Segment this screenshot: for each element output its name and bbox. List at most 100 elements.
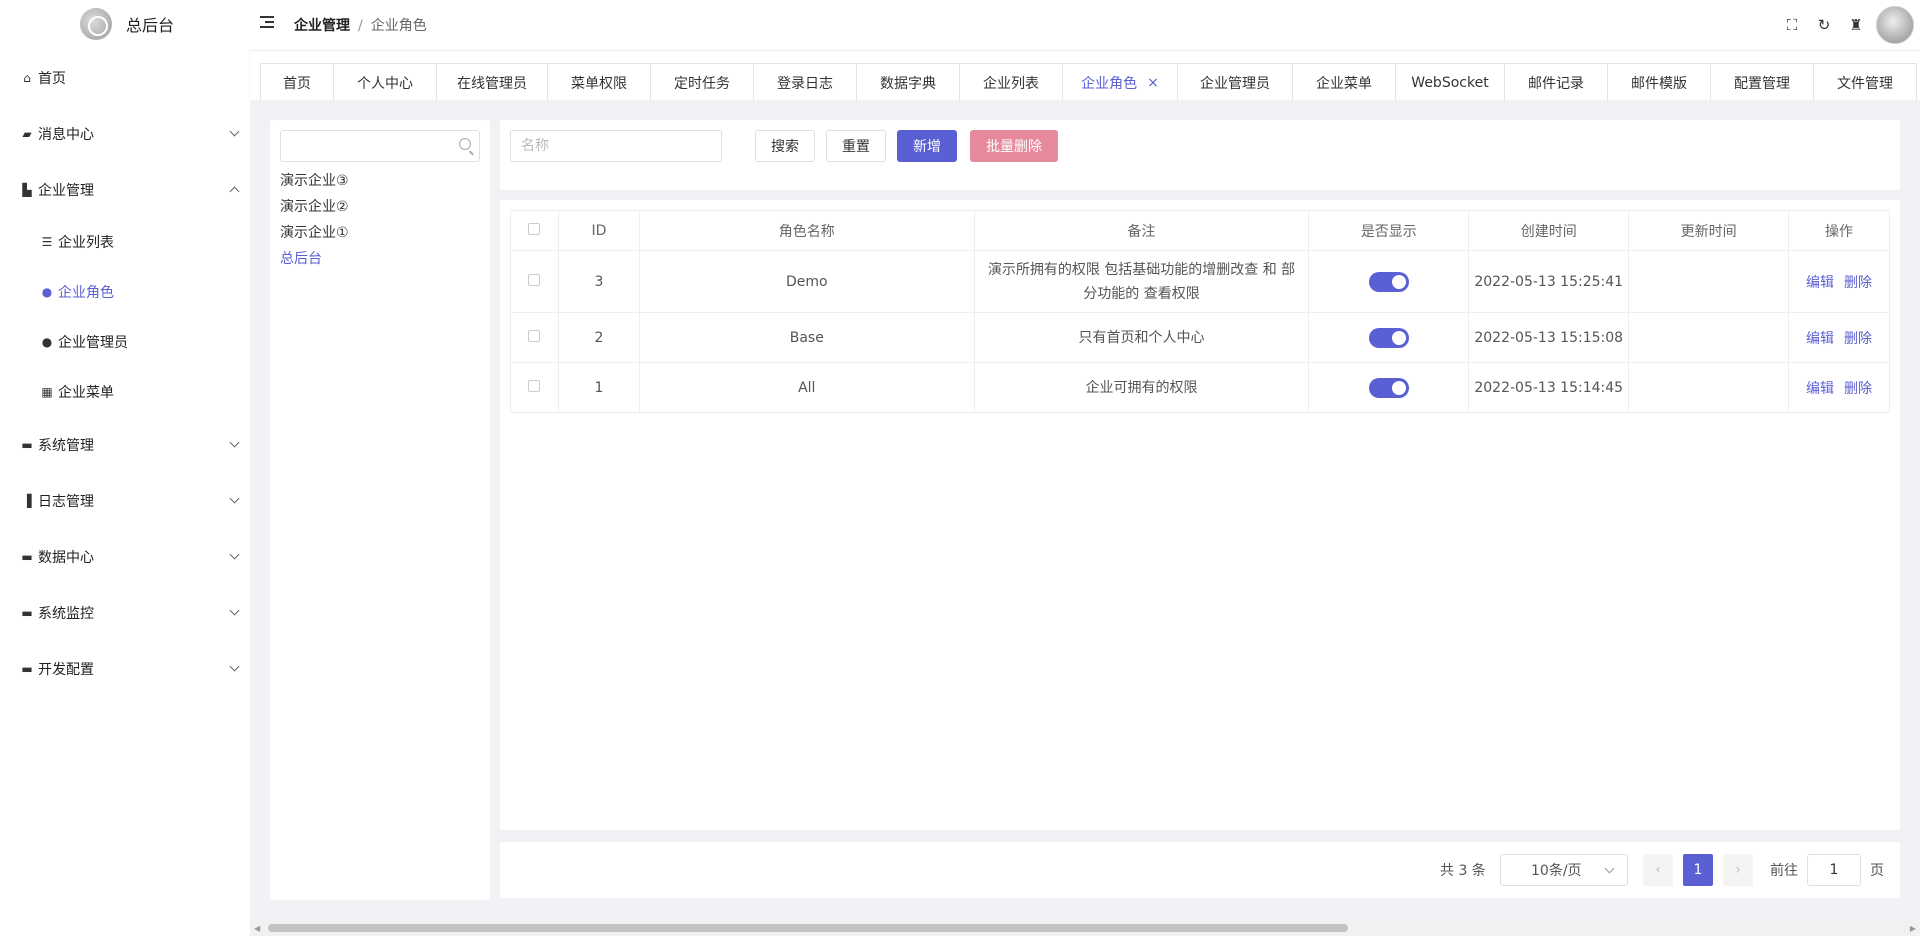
tab[interactable]: 菜单权限 <box>547 63 651 101</box>
sidebar-item-home[interactable]: ⌂ 首页 <box>0 58 250 98</box>
actions-cell: 编辑 删除 <box>1788 362 1890 413</box>
sidebar-item-enterprise-admin[interactable]: ● 企业管理员 <box>0 322 250 362</box>
batch-delete-button[interactable]: 批量删除 <box>970 130 1058 162</box>
created-time-cell: 2022-05-13 15:15:08 <box>1468 312 1630 363</box>
row-checkbox[interactable] <box>528 329 541 342</box>
select-all-checkbox[interactable] <box>528 222 541 235</box>
tabs: 首页 个人中心 在线管理员 菜单权限 定时任务 登录日志 数据字典 企业列表 企业角色 × 企业管理… <box>260 63 1917 101</box>
tab[interactable]: 企业菜单 <box>1292 63 1396 101</box>
tab[interactable]: 在线管理员 <box>436 63 548 101</box>
prev-page-button[interactable]: ‹ <box>1643 854 1673 886</box>
actions-cell: 编辑 删除 <box>1788 250 1890 313</box>
sidebar-item-log-management[interactable]: ▐ 日志管理 <box>0 481 250 521</box>
tab-active[interactable]: 企业角色 × <box>1062 63 1178 101</box>
tree-search-input[interactable] <box>280 130 480 162</box>
table-row: 1 All 企业可拥有的权限 2022-05-13 15:14:45 编辑 删除 <box>510 362 1890 413</box>
scroll-right-icon[interactable]: ▶ <box>1910 924 1916 933</box>
tree-item-selected[interactable]: 总后台 <box>280 248 322 268</box>
breadcrumb-item[interactable]: 企业管理 <box>294 18 350 34</box>
tree-item[interactable]: 演示企业③ <box>280 170 349 190</box>
chevron-down-icon <box>1604 863 1615 874</box>
chevron-down-icon <box>229 126 240 137</box>
tab[interactable]: 邮件模版 <box>1607 63 1711 101</box>
search-button[interactable]: 搜索 <box>755 130 815 162</box>
sidebar-item-label: 系统监控 <box>38 606 94 622</box>
column-header: 是否显示 <box>1308 210 1470 251</box>
horizontal-scrollbar[interactable]: ◀ ▶ <box>250 920 1920 936</box>
reset-button[interactable]: 重置 <box>826 130 886 162</box>
tab[interactable]: 邮件记录 <box>1504 63 1608 101</box>
table-panel: ID 角色名称 备注 是否显示 创建时间 更新时间 操作 3 Demo 演示所拥有的… <box>500 200 1900 830</box>
tab[interactable]: 配置管理 <box>1710 63 1814 101</box>
tab[interactable]: 登录日志 <box>753 63 857 101</box>
sidebar-item-label: 系统管理 <box>38 438 94 454</box>
tab[interactable]: 企业列表 <box>959 63 1063 101</box>
delete-link[interactable]: 删除 <box>1844 381 1872 397</box>
tree-item[interactable]: 演示企业① <box>280 222 349 242</box>
select-all-cell <box>510 210 559 251</box>
id-cell: 3 <box>557 250 640 313</box>
show-toggle[interactable] <box>1368 327 1409 348</box>
show-toggle[interactable] <box>1368 271 1409 292</box>
sidebar-item-label: 企业管理 <box>38 183 94 199</box>
tab[interactable]: 数据字典 <box>856 63 960 101</box>
close-icon[interactable]: × <box>1147 75 1159 91</box>
tab[interactable]: 首页 <box>260 63 334 101</box>
scrollbar-thumb[interactable] <box>268 924 1348 932</box>
name-search-input[interactable] <box>510 130 722 162</box>
tree-item[interactable]: 演示企业② <box>280 196 349 216</box>
add-button[interactable]: 新增 <box>897 130 957 162</box>
chart-icon: ▙ <box>22 183 32 197</box>
row-select-cell <box>510 312 559 363</box>
sidebar-item-data-center[interactable]: ▬ 数据中心 <box>0 537 250 577</box>
tab[interactable]: 定时任务 <box>650 63 754 101</box>
tab-label: 配置管理 <box>1734 75 1790 92</box>
page-number-current[interactable]: 1 <box>1683 854 1713 886</box>
updated-time-cell <box>1628 362 1790 413</box>
remark-cell: 企业可拥有的权限 <box>973 362 1310 413</box>
sidebar-item-dev-config[interactable]: ▬ 开发配置 <box>0 649 250 689</box>
page-size-select[interactable]: 10条/页 <box>1500 854 1628 886</box>
next-page-button[interactable]: › <box>1723 854 1753 886</box>
delete-link[interactable]: 删除 <box>1844 331 1872 347</box>
chevron-down-icon <box>229 437 240 448</box>
row-checkbox[interactable] <box>528 273 541 286</box>
tab[interactable]: 个人中心 <box>333 63 437 101</box>
chat-icon: ▰ <box>22 127 32 141</box>
sidebar-item-message-center[interactable]: ▰ 消息中心 <box>0 114 250 154</box>
goto-page-input[interactable] <box>1807 854 1861 886</box>
broom-icon[interactable]: ♜ <box>1840 9 1872 41</box>
tab[interactable]: 企业管理员 <box>1177 63 1293 101</box>
list-icon: ☰ <box>41 235 53 249</box>
edit-link[interactable]: 编辑 <box>1806 381 1834 397</box>
avatar[interactable] <box>1876 6 1914 44</box>
edit-link[interactable]: 编辑 <box>1806 275 1834 291</box>
edit-link[interactable]: 编辑 <box>1806 331 1834 347</box>
column-header: 创建时间 <box>1468 210 1630 251</box>
sidebar-item-system-monitor[interactable]: ▬ 系统监控 <box>0 593 250 633</box>
sidebar-item-system-management[interactable]: ▬ 系统管理 <box>0 425 250 465</box>
sidebar-item-enterprise-role[interactable]: ● 企业角色 <box>0 272 250 312</box>
show-toggle[interactable] <box>1368 377 1409 398</box>
delete-link[interactable]: 删除 <box>1844 275 1872 291</box>
row-checkbox[interactable] <box>528 379 541 392</box>
sidebar-item-enterprise-list[interactable]: ☰ 企业列表 <box>0 222 250 262</box>
refresh-icon[interactable]: ↻ <box>1808 9 1840 41</box>
pagination-total: 共 3 条 <box>1440 863 1486 879</box>
scroll-left-icon[interactable]: ◀ <box>254 924 260 933</box>
sidebar-item-enterprise-menu[interactable]: ▦ 企业菜单 <box>0 372 250 412</box>
sidebar-item-label: 消息中心 <box>38 127 94 143</box>
tab[interactable]: 文件管理 <box>1813 63 1917 101</box>
roles-table: ID 角色名称 备注 是否显示 创建时间 更新时间 操作 3 Demo 演示所拥有的… <box>510 210 1890 413</box>
logo-image <box>80 8 112 40</box>
tab-label: 企业菜单 <box>1316 75 1372 92</box>
sidebar-item-enterprise-management[interactable]: ▙ 企业管理 <box>0 170 250 210</box>
chevron-down-icon <box>229 549 240 560</box>
fullscreen-icon[interactable]: ⛶ <box>1776 9 1808 41</box>
tab[interactable]: WebSocket <box>1395 63 1505 101</box>
column-header: 备注 <box>973 210 1310 251</box>
chevron-down-icon <box>229 493 240 504</box>
menu-toggle-icon[interactable] <box>260 16 274 28</box>
id-cell: 1 <box>557 362 640 413</box>
chevron-down-icon <box>229 605 240 616</box>
